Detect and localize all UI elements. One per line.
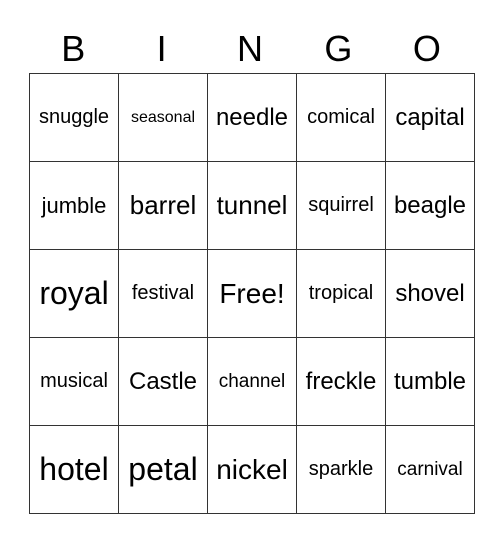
- bingo-cell-word: snuggle: [38, 106, 110, 128]
- bingo-cell[interactable]: petal: [118, 425, 208, 514]
- bingo-cell[interactable]: Castle: [118, 337, 208, 426]
- bingo-cell-word: sparkle: [308, 458, 374, 480]
- bingo-row: royal festival Free! tropical shovel: [29, 249, 475, 338]
- bingo-cell-word: needle: [215, 103, 289, 131]
- bingo-cell[interactable]: royal: [29, 249, 119, 338]
- bingo-cell-word: comical: [307, 106, 375, 128]
- bingo-cell[interactable]: capital: [385, 73, 475, 162]
- bingo-cell[interactable]: beagle: [385, 161, 475, 250]
- bingo-cell-word: jumble: [41, 192, 107, 218]
- bingo-cell[interactable]: sparkle: [296, 425, 386, 514]
- bingo-cell[interactable]: barrel: [118, 161, 208, 250]
- header-letter-g: G: [324, 28, 353, 69]
- bingo-cell[interactable]: jumble: [29, 161, 119, 250]
- header-letter-o: O: [412, 28, 441, 69]
- bingo-cell-word: royal: [39, 275, 109, 311]
- bingo-cell-word: tumble: [393, 367, 467, 395]
- bingo-row: hotel petal nickel sparkle carnival: [29, 425, 475, 514]
- bingo-cell[interactable]: tropical: [296, 249, 386, 338]
- bingo-header: B I N G O: [29, 26, 471, 72]
- header-letter-n: N: [237, 28, 264, 69]
- bingo-cell-word: seasonal: [130, 108, 196, 126]
- bingo-cell-word: shovel: [395, 279, 465, 307]
- bingo-cell-word: Castle: [128, 367, 198, 395]
- bingo-cell[interactable]: needle: [207, 73, 297, 162]
- bingo-cell[interactable]: tumble: [385, 337, 475, 426]
- bingo-row: musical Castle channel freckle tumble: [29, 337, 475, 426]
- header-letter-i: I: [156, 28, 167, 69]
- bingo-cell-word: beagle: [393, 191, 467, 219]
- bingo-cell[interactable]: shovel: [385, 249, 475, 338]
- bingo-cell-word: channel: [218, 370, 286, 392]
- bingo-cell[interactable]: musical: [29, 337, 119, 426]
- bingo-row: jumble barrel tunnel squirrel beagle: [29, 161, 475, 250]
- bingo-cell-word: barrel: [129, 190, 197, 220]
- bingo-row: snuggle seasonal needle comical capital: [29, 73, 475, 162]
- bingo-cell-word: musical: [40, 370, 108, 392]
- bingo-cell[interactable]: snuggle: [29, 73, 119, 162]
- bingo-cell[interactable]: seasonal: [118, 73, 208, 162]
- bingo-cell-word: tunnel: [216, 190, 288, 220]
- bingo-cell[interactable]: freckle: [296, 337, 386, 426]
- bingo-cell-word: capital: [395, 103, 465, 131]
- bingo-cell[interactable]: festival: [118, 249, 208, 338]
- bingo-cell[interactable]: tunnel: [207, 161, 297, 250]
- bingo-cell[interactable]: hotel: [29, 425, 119, 514]
- bingo-cell[interactable]: squirrel: [296, 161, 386, 250]
- free-space-cell[interactable]: Free!: [207, 249, 297, 338]
- bingo-cell[interactable]: comical: [296, 73, 386, 162]
- bingo-cell[interactable]: channel: [207, 337, 297, 426]
- bingo-cell-word: freckle: [305, 367, 377, 395]
- bingo-cell[interactable]: nickel: [207, 425, 297, 514]
- bingo-cell-word: hotel: [39, 451, 109, 487]
- bingo-cell-word: tropical: [308, 282, 374, 304]
- bingo-card-grid: snuggle seasonal needle comical capital jumbl…: [29, 73, 475, 514]
- bingo-cell-word: carnival: [397, 458, 463, 480]
- header-letter-b: B: [61, 28, 86, 69]
- bingo-cell-word: Free!: [219, 277, 285, 309]
- bingo-cell-word: festival: [131, 282, 195, 304]
- bingo-cell-word: nickel: [216, 453, 288, 485]
- bingo-cell[interactable]: carnival: [385, 425, 475, 514]
- bingo-cell-word: squirrel: [308, 194, 374, 216]
- bingo-cell-word: petal: [128, 451, 198, 487]
